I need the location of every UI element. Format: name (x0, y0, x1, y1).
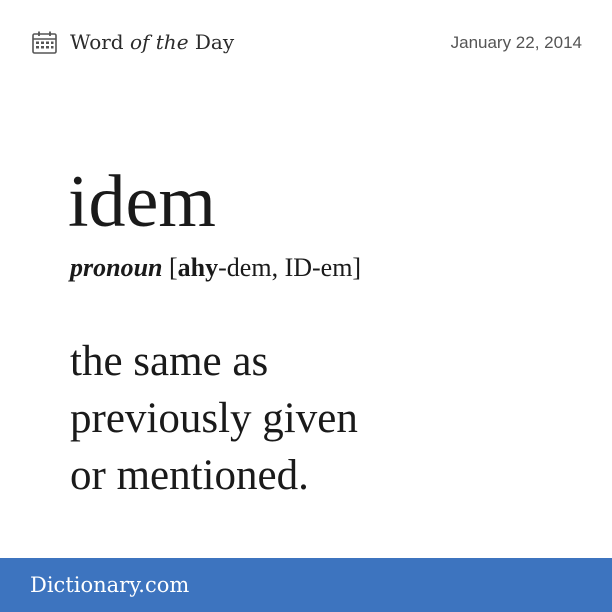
word-of-the-day-title: Word of the Day (70, 28, 234, 56)
definition-line: or mentioned. (70, 452, 309, 499)
headword: idem (68, 161, 216, 243)
title-italic: of the (129, 30, 189, 54)
pronunciation-stressed: ahy (177, 253, 219, 282)
pronunciation-rest: -dem, ID-em] (218, 253, 362, 282)
date-label: January 22, 2014 (450, 33, 582, 52)
header: Word of the Day January 22, 2014 (0, 0, 612, 86)
calendar-icon (32, 31, 57, 54)
title-prefix: Word (70, 30, 130, 54)
footer-bar: Dictionary.com (0, 558, 612, 612)
brand-link[interactable]: Dictionary.com (30, 570, 189, 600)
definition-line: the same as (70, 338, 269, 385)
title-suffix: Day (188, 30, 235, 54)
part-of-speech: pronoun (70, 253, 163, 282)
pronunciation-open: [ (162, 253, 178, 282)
pronunciation-line: pronoun [ahy-dem, ID-em] (70, 250, 361, 286)
definition-line: previously given (70, 395, 358, 442)
definition: the same as previously given or mentione… (70, 333, 570, 504)
